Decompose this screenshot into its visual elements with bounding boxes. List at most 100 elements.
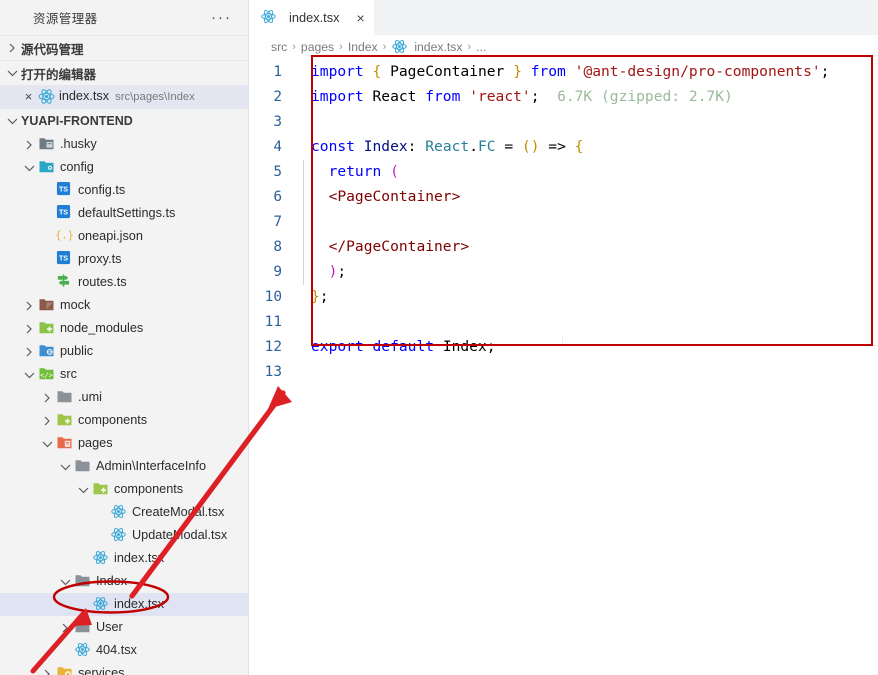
indent-guide <box>303 160 304 185</box>
tree-item-index-tsx[interactable]: index.tsx <box>0 547 248 570</box>
close-icon[interactable]: × <box>20 85 37 108</box>
line-text[interactable]: <PageContainer> <box>295 185 460 210</box>
line-text[interactable]: export default Index; <box>295 338 496 355</box>
line-text[interactable]: import { PageContainer } from '@ant-desi… <box>295 63 829 80</box>
tree-item-index[interactable]: Index <box>0 570 248 593</box>
tree-item-label: routes.ts <box>78 275 127 289</box>
tree-item-label: defaultSettings.ts <box>78 206 176 220</box>
tree-item-404-tsx[interactable]: 404.tsx <box>0 639 248 662</box>
line-text[interactable]: }; <box>295 288 329 305</box>
code-line: 8 </PageContainer> <box>249 234 878 260</box>
code-token: } <box>513 63 522 80</box>
chevron-right-icon[interactable] <box>21 298 38 314</box>
tree-item-label: src <box>60 367 77 381</box>
chevron-right-icon[interactable] <box>21 137 38 153</box>
tree-item-config-ts[interactable]: TS config.ts <box>0 179 248 202</box>
chevron-right-icon[interactable] <box>57 620 74 636</box>
chevron-down-icon[interactable] <box>75 482 92 498</box>
tree-item-mock[interactable]: mock <box>0 294 248 317</box>
code-line: 1 import { PageContainer } from '@ant-des… <box>249 59 878 84</box>
react-icon <box>92 595 111 614</box>
line-text[interactable]: import React from 'react'; 6.7K (gzipped… <box>295 88 733 105</box>
react-icon <box>110 503 129 522</box>
tree-item-husky[interactable]: .husky <box>0 133 248 156</box>
code-token: . <box>469 138 478 155</box>
tree-item-node-modules[interactable]: node_modules <box>0 317 248 340</box>
tree-item-components[interactable]: components <box>0 409 248 432</box>
line-text[interactable]: </PageContainer> <box>295 235 469 260</box>
folder-comp-icon <box>56 411 75 430</box>
sidebar-section-open-editors[interactable]: 打开的编辑器 <box>0 60 248 85</box>
breadcrumb-item[interactable]: Index <box>348 40 378 54</box>
tree-item-label: index.tsx <box>114 597 165 611</box>
chevron-down-icon[interactable] <box>21 367 38 383</box>
typescript-icon: TS <box>56 181 75 200</box>
tree-item-services[interactable]: services <box>0 662 248 675</box>
chevron-right-icon[interactable] <box>39 390 56 406</box>
chevron-down-icon[interactable] <box>57 459 74 475</box>
tree-item-index-tsx[interactable]: index.tsx <box>0 593 248 616</box>
tab-label: index.tsx <box>289 10 340 25</box>
tree-item-src[interactable]: </> src <box>0 363 248 386</box>
chevron-down-icon[interactable] <box>21 160 38 176</box>
tree-item-oneapi-json[interactable]: {.} oneapi.json <box>0 225 248 248</box>
chevron-right-icon <box>4 40 21 56</box>
tree-item-updatemodal-tsx[interactable]: UpdateModal.tsx <box>0 524 248 547</box>
line-text[interactable]: const Index: React.FC = () => { <box>295 138 583 155</box>
breadcrumb-item[interactable]: index.tsx <box>414 40 462 54</box>
chevron-right-icon[interactable] <box>21 321 38 337</box>
code-token: { <box>574 138 584 155</box>
tree-item-umi[interactable]: .umi <box>0 386 248 409</box>
line-text[interactable]: ); <box>295 260 347 285</box>
tree-item-proxy-ts[interactable]: TS proxy.ts <box>0 248 248 271</box>
breadcrumb: src › pages › Index › index.tsx ›... <box>249 35 878 59</box>
tree-item-public[interactable]: public <box>0 340 248 363</box>
tree-item-createmodal-tsx[interactable]: CreateModal.tsx <box>0 501 248 524</box>
line-text[interactable] <box>295 210 329 235</box>
tree-item-defaultsettings-ts[interactable]: TS defaultSettings.ts <box>0 202 248 225</box>
tree-item-label: oneapi.json <box>78 229 143 243</box>
line-number: 9 <box>273 263 282 280</box>
tree-item-routes-ts[interactable]: routes.ts <box>0 271 248 294</box>
line-text[interactable]: return ( <box>295 160 399 185</box>
tree-item-config[interactable]: config <box>0 156 248 179</box>
chevron-down-icon[interactable] <box>57 574 74 590</box>
tree-item-pages[interactable]: pages <box>0 432 248 455</box>
sidebar-section-label: YUAPI-FRONTEND <box>21 114 133 128</box>
explorer-title-row: 资源管理器 ··· <box>0 0 248 35</box>
code-token: ; <box>319 288 329 305</box>
code-token: 6.7K (gzipped: 2.7K) <box>539 88 733 105</box>
code-token: PageContainer <box>381 63 514 80</box>
breadcrumb-item[interactable]: src <box>271 40 287 54</box>
chevron-right-icon[interactable] <box>21 344 38 360</box>
code-token: ; <box>337 263 347 280</box>
tree-item-admin-interfaceinfo[interactable]: Admin\InterfaceInfo <box>0 455 248 478</box>
code-line: 11 <box>249 309 878 334</box>
typescript-icon: TS <box>56 250 75 269</box>
line-number: 8 <box>273 238 282 255</box>
open-editor-item-index-tsx[interactable]: × index.tsx src\pages\Index <box>0 85 248 108</box>
tree-item-user[interactable]: User <box>0 616 248 639</box>
chevron-down-icon[interactable] <box>39 436 56 452</box>
breadcrumb-item[interactable]: pages <box>301 40 334 54</box>
json-icon: {.} <box>56 227 75 246</box>
code-content[interactable]: 1 import { PageContainer } from '@ant-des… <box>249 59 878 675</box>
line-number: 10 <box>264 288 282 305</box>
tab-close-icon[interactable]: × <box>357 11 365 25</box>
more-actions-icon[interactable]: ··· <box>211 10 238 25</box>
tree-item-label: .husky <box>60 137 97 151</box>
breadcrumb-item[interactable]: ... <box>476 40 486 54</box>
tree-item-label: index.tsx <box>114 551 165 565</box>
chevron-right-icon[interactable] <box>39 413 56 429</box>
sidebar-section-source-control[interactable]: 源代码管理 <box>0 35 248 60</box>
code-token: from <box>425 88 461 105</box>
chevron-right-icon[interactable] <box>39 666 56 675</box>
tree-item-label: .umi <box>78 390 102 404</box>
sidebar-section-workspace-root[interactable]: YUAPI-FRONTEND <box>0 108 248 133</box>
tree-item-components[interactable]: components <box>0 478 248 501</box>
tree-item-label: pages <box>78 436 113 450</box>
svg-text:TS: TS <box>59 186 68 194</box>
tab-index-tsx[interactable]: index.tsx × <box>249 0 374 35</box>
